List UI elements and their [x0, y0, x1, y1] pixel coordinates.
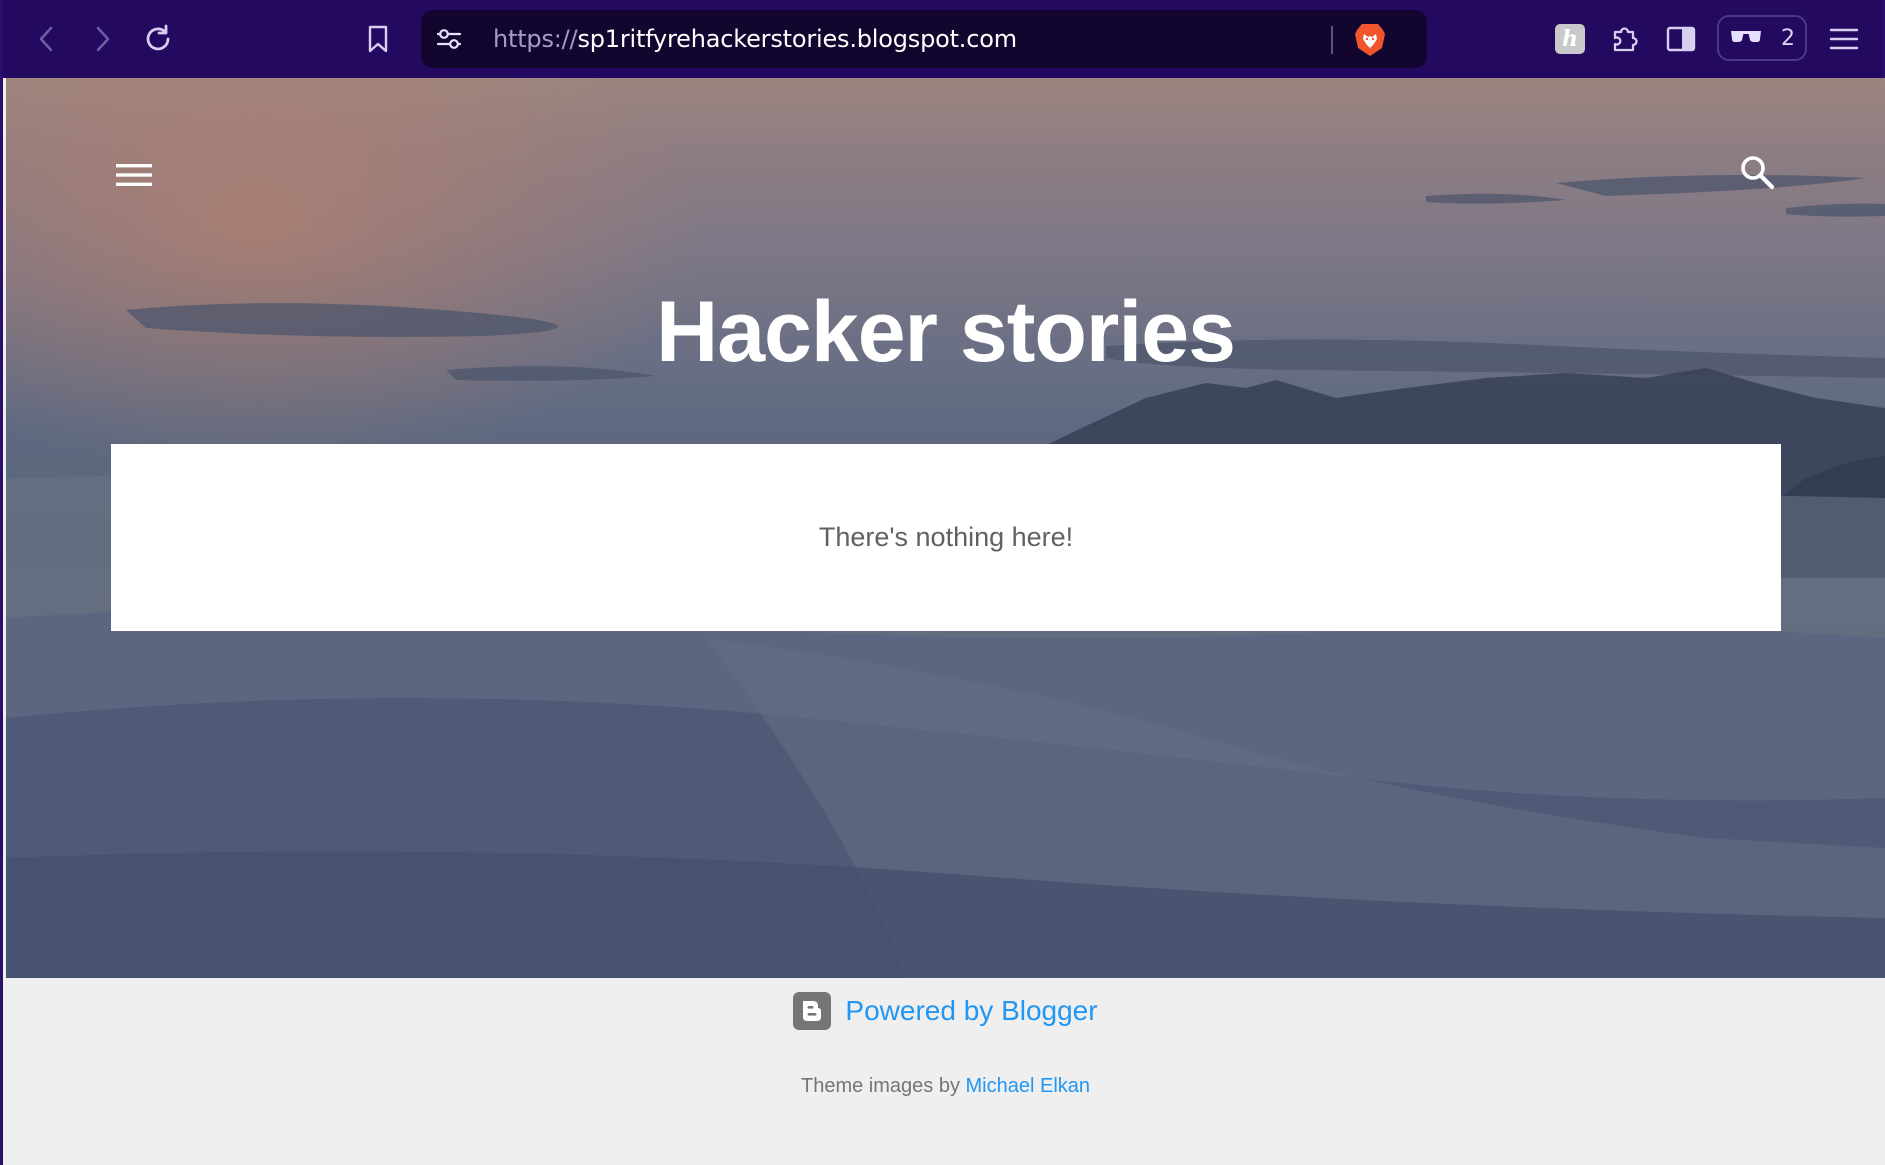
search-icon[interactable]: [1736, 151, 1778, 193]
url-scheme: https://: [493, 25, 578, 53]
forward-icon[interactable]: [80, 17, 124, 61]
blog-title[interactable]: Hacker stories: [6, 283, 1885, 382]
blog-footer: Powered by Blogger Theme images by Micha…: [6, 978, 1885, 1165]
bookmark-icon[interactable]: [356, 17, 400, 61]
extensions-puzzle-icon[interactable]: [1603, 17, 1647, 61]
browser-window: https://sp1ritfyrehackerstories.blogspot…: [0, 0, 1885, 1165]
blog-page: Hacker stories There's nothing here! Pow…: [6, 78, 1885, 1165]
reader-count: 2: [1781, 25, 1795, 51]
posts-container: There's nothing here!: [111, 444, 1781, 631]
address-bar[interactable]: https://sp1ritfyrehackerstories.blogspot…: [421, 10, 1427, 68]
hero-header: Hacker stories There's nothing here!: [6, 78, 1885, 978]
extension-h-icon[interactable]: h: [1555, 24, 1585, 54]
sidebar-toggle-icon[interactable]: [1659, 17, 1703, 61]
powered-by-text: Powered by Blogger: [845, 995, 1098, 1026]
brave-shields-icon[interactable]: [1353, 22, 1387, 58]
theme-attribution-prefix: Theme images by: [800, 1075, 966, 1097]
browser-menu-icon[interactable]: [1822, 17, 1866, 61]
browser-toolbar: https://sp1ritfyrehackerstories.blogspot…: [3, 0, 1882, 78]
url-host: sp1ritfyrehackerstories.blogspot.com: [577, 25, 1017, 53]
hamburger-menu-icon[interactable]: [114, 155, 154, 195]
theme-attribution: Theme images by Michael Elkan: [6, 1075, 1885, 1098]
reload-icon[interactable]: [136, 17, 180, 61]
blogger-logo-icon: [793, 992, 832, 1030]
glasses-icon: [1729, 26, 1763, 51]
empty-posts-message: There's nothing here!: [818, 522, 1074, 552]
address-divider: [1331, 26, 1333, 54]
powered-by-blogger-link[interactable]: Powered by Blogger: [6, 992, 1885, 1030]
site-settings-icon[interactable]: [435, 25, 463, 53]
back-icon[interactable]: [25, 17, 69, 61]
theme-author-link[interactable]: Michael Elkan: [966, 1075, 1091, 1097]
reader-mode-button[interactable]: 2: [1717, 15, 1807, 61]
url-text[interactable]: https://sp1ritfyrehackerstories.blogspot…: [493, 10, 1017, 68]
